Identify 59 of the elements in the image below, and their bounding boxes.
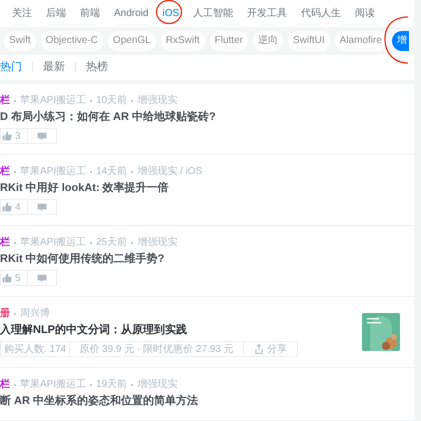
tag-chip[interactable]: OpenGL bbox=[108, 30, 156, 51]
tag-chip[interactable]: SwiftUI bbox=[288, 30, 330, 51]
tag-chip[interactable]: Swift bbox=[4, 30, 36, 51]
sort-tab[interactable]: 热门 bbox=[0, 58, 22, 76]
author-name[interactable]: 周兴博 bbox=[20, 307, 50, 322]
nav-tab[interactable]: 人工智能 bbox=[193, 6, 234, 21]
category-label[interactable]: 栏 bbox=[0, 165, 10, 180]
book-title[interactable]: 入理解NLP的中文分词：从原理到实践 bbox=[0, 321, 298, 340]
author-name[interactable]: 苹果API搬运工 bbox=[20, 236, 86, 250]
category-label[interactable]: 栏 bbox=[0, 94, 10, 108]
thumbs-up-icon bbox=[2, 131, 12, 142]
article-title[interactable]: D 布局小练习：如何在 AR 中给地球贴瓷砖? bbox=[0, 108, 414, 126]
nav-tab[interactable]: 关注 bbox=[12, 6, 32, 21]
post-time: 19天前 bbox=[96, 378, 128, 392]
sort-tab[interactable]: 最新 bbox=[43, 58, 65, 76]
tag-chip[interactable]: 增 bbox=[392, 30, 409, 51]
like-button[interactable]: 3 bbox=[0, 128, 28, 144]
thumbs-up-icon bbox=[2, 202, 12, 212]
nav-tab[interactable]: 开发工具 bbox=[247, 6, 288, 21]
author-name[interactable]: 苹果API搬运工 bbox=[20, 378, 86, 392]
sort-tab[interactable]: 热榜 bbox=[86, 58, 108, 76]
nav-tab[interactable]: 前端 bbox=[80, 6, 100, 21]
tag-links[interactable]: 增强现实 bbox=[137, 378, 178, 392]
comment-icon bbox=[36, 202, 47, 212]
article-title[interactable]: 断 AR 中坐标系的姿态和位置的简单方法 bbox=[0, 392, 414, 410]
comment-button[interactable] bbox=[28, 199, 57, 216]
post-time: 10天前 bbox=[96, 94, 128, 108]
comment-button[interactable] bbox=[28, 128, 57, 144]
thumbs-up-icon bbox=[2, 273, 12, 284]
article-title[interactable]: RKit 中如何使用传统的二维手势? bbox=[0, 250, 414, 268]
comment-icon bbox=[36, 274, 47, 283]
tag-chip[interactable]: RxSwift bbox=[160, 30, 205, 51]
nav-tab[interactable]: Android bbox=[114, 6, 148, 21]
nav-tab[interactable]: 后端 bbox=[46, 6, 66, 21]
post-time: 14天前 bbox=[96, 165, 128, 180]
buyer-count: 购买人数: 174 bbox=[0, 341, 70, 358]
tag-chip[interactable]: Flutter bbox=[210, 30, 248, 51]
tag-chip[interactable]: 逆向 bbox=[252, 30, 283, 51]
author-name[interactable]: 苹果API搬运工 bbox=[20, 94, 86, 108]
category-label[interactable]: 册 bbox=[0, 307, 10, 322]
tag-links[interactable]: 增强现实 bbox=[137, 94, 178, 108]
nav-tab[interactable]: 阅读 bbox=[355, 6, 376, 21]
tag-links[interactable]: 增强现实 bbox=[137, 236, 178, 250]
comment-icon bbox=[36, 132, 47, 141]
post-time: 25天前 bbox=[96, 236, 128, 250]
share-button[interactable]: 分享 bbox=[244, 341, 298, 358]
share-icon bbox=[254, 344, 264, 354]
article-title[interactable]: RKit 中用好 lookAt: 效率提升一倍 bbox=[0, 179, 414, 198]
price-info: 原价 39.9 元 · 限时优惠价 27.93 元 bbox=[70, 341, 244, 358]
tag-links[interactable]: 增强现实 / iOS bbox=[137, 165, 202, 180]
like-button[interactable]: 4 bbox=[0, 199, 28, 216]
comment-button[interactable] bbox=[28, 270, 57, 286]
category-label[interactable]: 栏 bbox=[0, 378, 10, 392]
tag-chip[interactable]: Alamofire bbox=[334, 30, 387, 51]
nav-tab[interactable]: 代码人生 bbox=[301, 6, 342, 21]
like-button[interactable]: 5 bbox=[0, 270, 28, 286]
tag-chip[interactable]: Objective-C bbox=[40, 30, 103, 51]
category-label[interactable]: 栏 bbox=[0, 236, 10, 250]
author-name[interactable]: 苹果API搬运工 bbox=[20, 165, 86, 180]
